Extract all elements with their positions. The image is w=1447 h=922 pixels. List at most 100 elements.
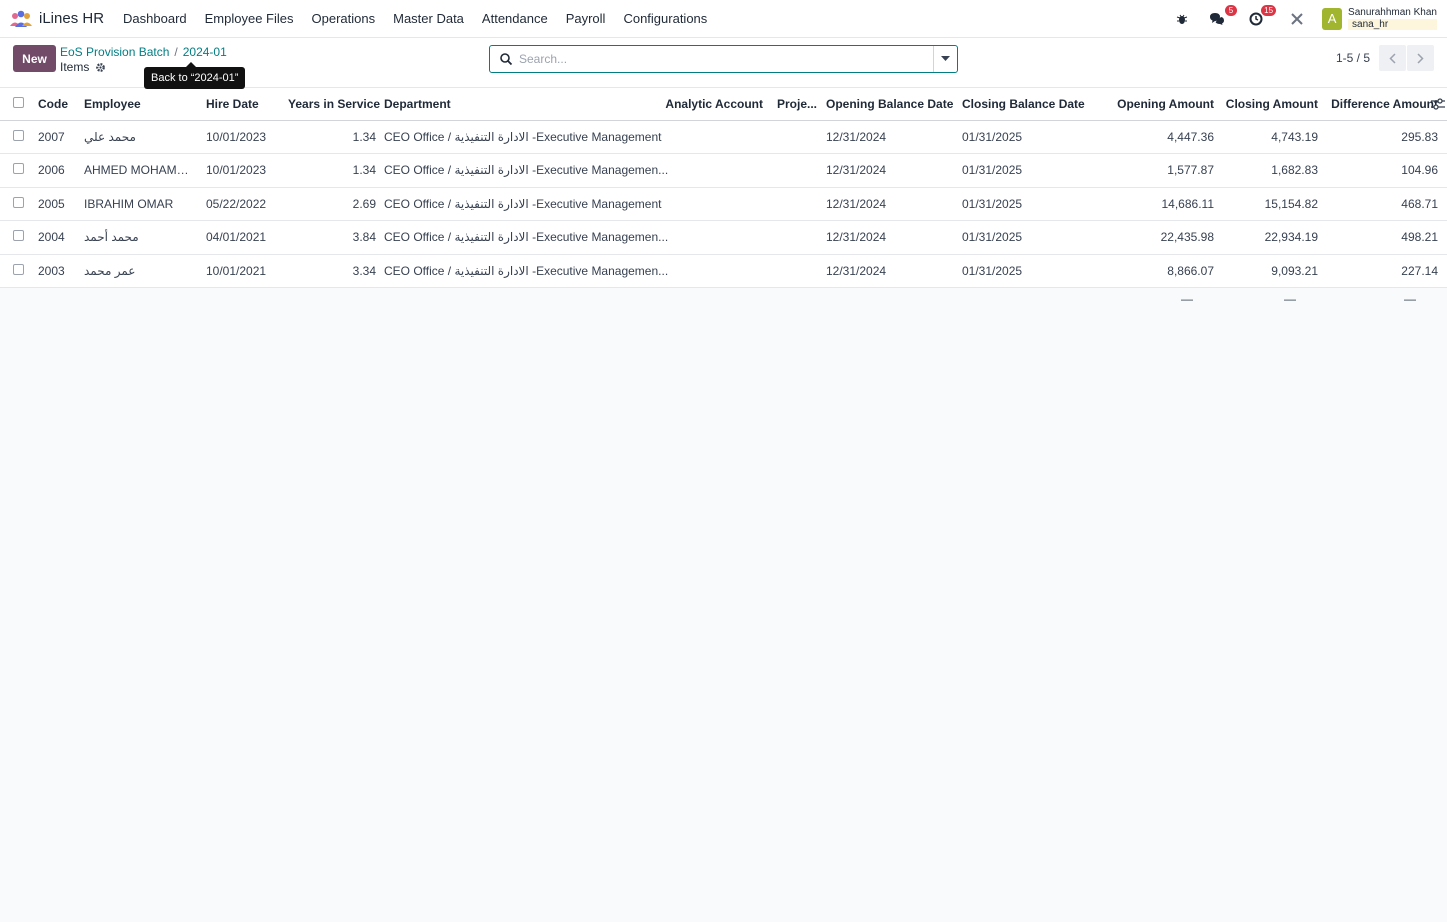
col-hire-date[interactable]: Hire Date xyxy=(202,88,284,121)
cell-closing-balance-date: 01/31/2025 xyxy=(958,220,1094,255)
cell-opening-amount: 22,435.98 xyxy=(1094,220,1218,255)
menu-employee-files[interactable]: Employee Files xyxy=(196,0,303,38)
cell-hire-date: 10/01/2023 xyxy=(202,153,284,188)
row-checkbox[interactable] xyxy=(13,230,24,242)
cell-department: CEO Office / الادارة التنفيذية -Executiv… xyxy=(380,153,767,188)
menu-payroll[interactable]: Payroll xyxy=(557,0,615,38)
cell-years-in-service: 3.84 xyxy=(284,220,380,255)
page-title: Items xyxy=(60,60,106,74)
search-options-toggle[interactable] xyxy=(933,46,957,72)
row-checkbox[interactable] xyxy=(13,163,24,175)
gear-icon[interactable] xyxy=(95,62,106,73)
pager-next-button[interactable] xyxy=(1407,45,1434,71)
menu-attendance[interactable]: Attendance xyxy=(473,0,557,38)
cell-difference-amount: 227.14 xyxy=(1322,254,1442,288)
col-opening-balance-date[interactable]: Opening Balance Date xyxy=(822,88,958,121)
row-checkbox[interactable] xyxy=(13,196,24,208)
cell-employee: IBRAHIM OMAR xyxy=(80,187,202,221)
col-employee[interactable]: Employee xyxy=(80,88,202,121)
menu-master-data[interactable]: Master Data xyxy=(384,0,473,38)
cell-opening-balance-date: 12/31/2024 xyxy=(822,254,958,288)
messages-icon[interactable]: 5 xyxy=(1205,4,1238,31)
cell-project xyxy=(767,220,822,255)
table-row[interactable]: 2003 عمر محمد 10/01/2021 3.34 CEO Office… xyxy=(0,254,1447,288)
col-closing-balance-date[interactable]: Closing Balance Date xyxy=(958,88,1094,121)
menu-configurations[interactable]: Configurations xyxy=(614,0,716,38)
table-row[interactable]: 2007 محمد علي 10/01/2023 1.34 CEO Office… xyxy=(0,120,1447,154)
row-end-cell xyxy=(1442,153,1447,188)
cell-code: 2007 xyxy=(34,120,80,154)
breadcrumb-eos-provision-batch[interactable]: EoS Provision Batch xyxy=(60,45,169,59)
menu-operations[interactable]: Operations xyxy=(303,0,385,38)
cell-employee: محمد علي xyxy=(80,120,202,154)
cell-closing-balance-date: 01/31/2025 xyxy=(958,254,1094,288)
row-select-cell xyxy=(0,254,34,288)
cell-code: 2003 xyxy=(34,254,80,288)
cell-difference-amount: 295.83 xyxy=(1322,120,1442,154)
cell-opening-amount: 4,447.36 xyxy=(1094,120,1218,154)
cell-employee: عمر محمد xyxy=(80,254,202,288)
debug-bug-icon[interactable] xyxy=(1170,7,1194,31)
row-end-cell xyxy=(1442,120,1447,154)
menu-dashboard[interactable]: Dashboard xyxy=(114,0,196,38)
breadcrumb: EoS Provision Batch / 2024-01 xyxy=(60,45,227,59)
total-difference-amount: — xyxy=(1404,292,1416,306)
col-department[interactable]: Department xyxy=(380,88,659,121)
items-table: Code Employee Hire Date Years in Service… xyxy=(0,88,1447,288)
cell-closing-balance-date: 01/31/2025 xyxy=(958,187,1094,221)
table-totals-row: — — — xyxy=(0,288,1447,318)
new-button[interactable]: New xyxy=(13,45,56,72)
optional-columns-toggle-icon[interactable] xyxy=(1431,98,1445,110)
col-project[interactable]: Proje... xyxy=(767,88,822,121)
cell-years-in-service: 2.69 xyxy=(284,187,380,221)
row-checkbox[interactable] xyxy=(13,263,24,275)
col-difference-amount[interactable]: Difference Amount xyxy=(1322,88,1442,121)
col-analytic-account[interactable]: Analytic Account xyxy=(659,88,767,121)
pager-previous-button[interactable] xyxy=(1379,45,1406,71)
app-name: iLines HR xyxy=(39,10,105,27)
app-logo-icon xyxy=(10,10,32,27)
table-row[interactable]: 2006 AHMED MOHAMMED 10/01/2023 1.34 CEO … xyxy=(0,153,1447,188)
tools-icon[interactable] xyxy=(1285,7,1309,31)
table-row[interactable]: 2005 IBRAHIM OMAR 05/22/2022 2.69 CEO Of… xyxy=(0,187,1447,221)
cell-code: 2004 xyxy=(34,220,80,255)
breadcrumb-separator: / xyxy=(174,45,178,59)
breadcrumb-tooltip: Back to “2024-01” xyxy=(144,62,246,89)
user-name: Sanurahhman Khan xyxy=(1348,7,1437,18)
cell-project xyxy=(767,254,822,288)
table-row[interactable]: 2004 محمد أحمد 04/01/2021 3.84 CEO Offic… xyxy=(0,220,1447,255)
app-brand[interactable]: iLines HR xyxy=(10,10,104,28)
total-opening-amount: — xyxy=(1181,292,1193,306)
cell-project xyxy=(767,153,822,188)
cell-department: CEO Office / الادارة التنفيذية -Executiv… xyxy=(380,254,767,288)
cell-years-in-service: 1.34 xyxy=(284,120,380,154)
cell-opening-balance-date: 12/31/2024 xyxy=(822,220,958,255)
cell-years-in-service: 3.34 xyxy=(284,254,380,288)
caret-down-icon xyxy=(941,56,950,61)
breadcrumb-batch-record[interactable]: 2024-01 xyxy=(183,45,227,59)
col-years-in-service[interactable]: Years in Service xyxy=(284,88,380,121)
select-all-checkbox[interactable] xyxy=(13,96,24,108)
cell-closing-amount: 22,934.19 xyxy=(1218,220,1322,255)
row-checkbox[interactable] xyxy=(13,129,24,141)
search-input[interactable] xyxy=(519,47,933,71)
user-menu[interactable]: Sanurahhman Khan sana_hr xyxy=(1348,7,1437,30)
col-opening-amount[interactable]: Opening Amount xyxy=(1094,88,1218,121)
row-select-cell xyxy=(0,220,34,255)
cell-difference-amount: 498.21 xyxy=(1322,220,1442,255)
cell-opening-balance-date: 12/31/2024 xyxy=(822,153,958,188)
cell-closing-amount: 4,743.19 xyxy=(1218,120,1322,154)
user-avatar[interactable]: A xyxy=(1322,7,1343,30)
col-closing-amount[interactable]: Closing Amount xyxy=(1218,88,1322,121)
row-select-cell xyxy=(0,120,34,154)
pager-value[interactable]: 1-5 / 5 xyxy=(1336,51,1370,65)
cell-opening-balance-date: 12/31/2024 xyxy=(822,187,958,221)
cell-hire-date: 05/22/2022 xyxy=(202,187,284,221)
optional-columns-cell xyxy=(1431,88,1447,121)
total-closing-amount: — xyxy=(1284,292,1296,306)
activity-clock-icon[interactable]: 15 xyxy=(1244,4,1277,31)
messages-badge: 5 xyxy=(1225,4,1238,16)
chevron-left-icon xyxy=(1389,52,1396,64)
col-code[interactable]: Code xyxy=(34,88,80,121)
cell-code: 2005 xyxy=(34,187,80,221)
